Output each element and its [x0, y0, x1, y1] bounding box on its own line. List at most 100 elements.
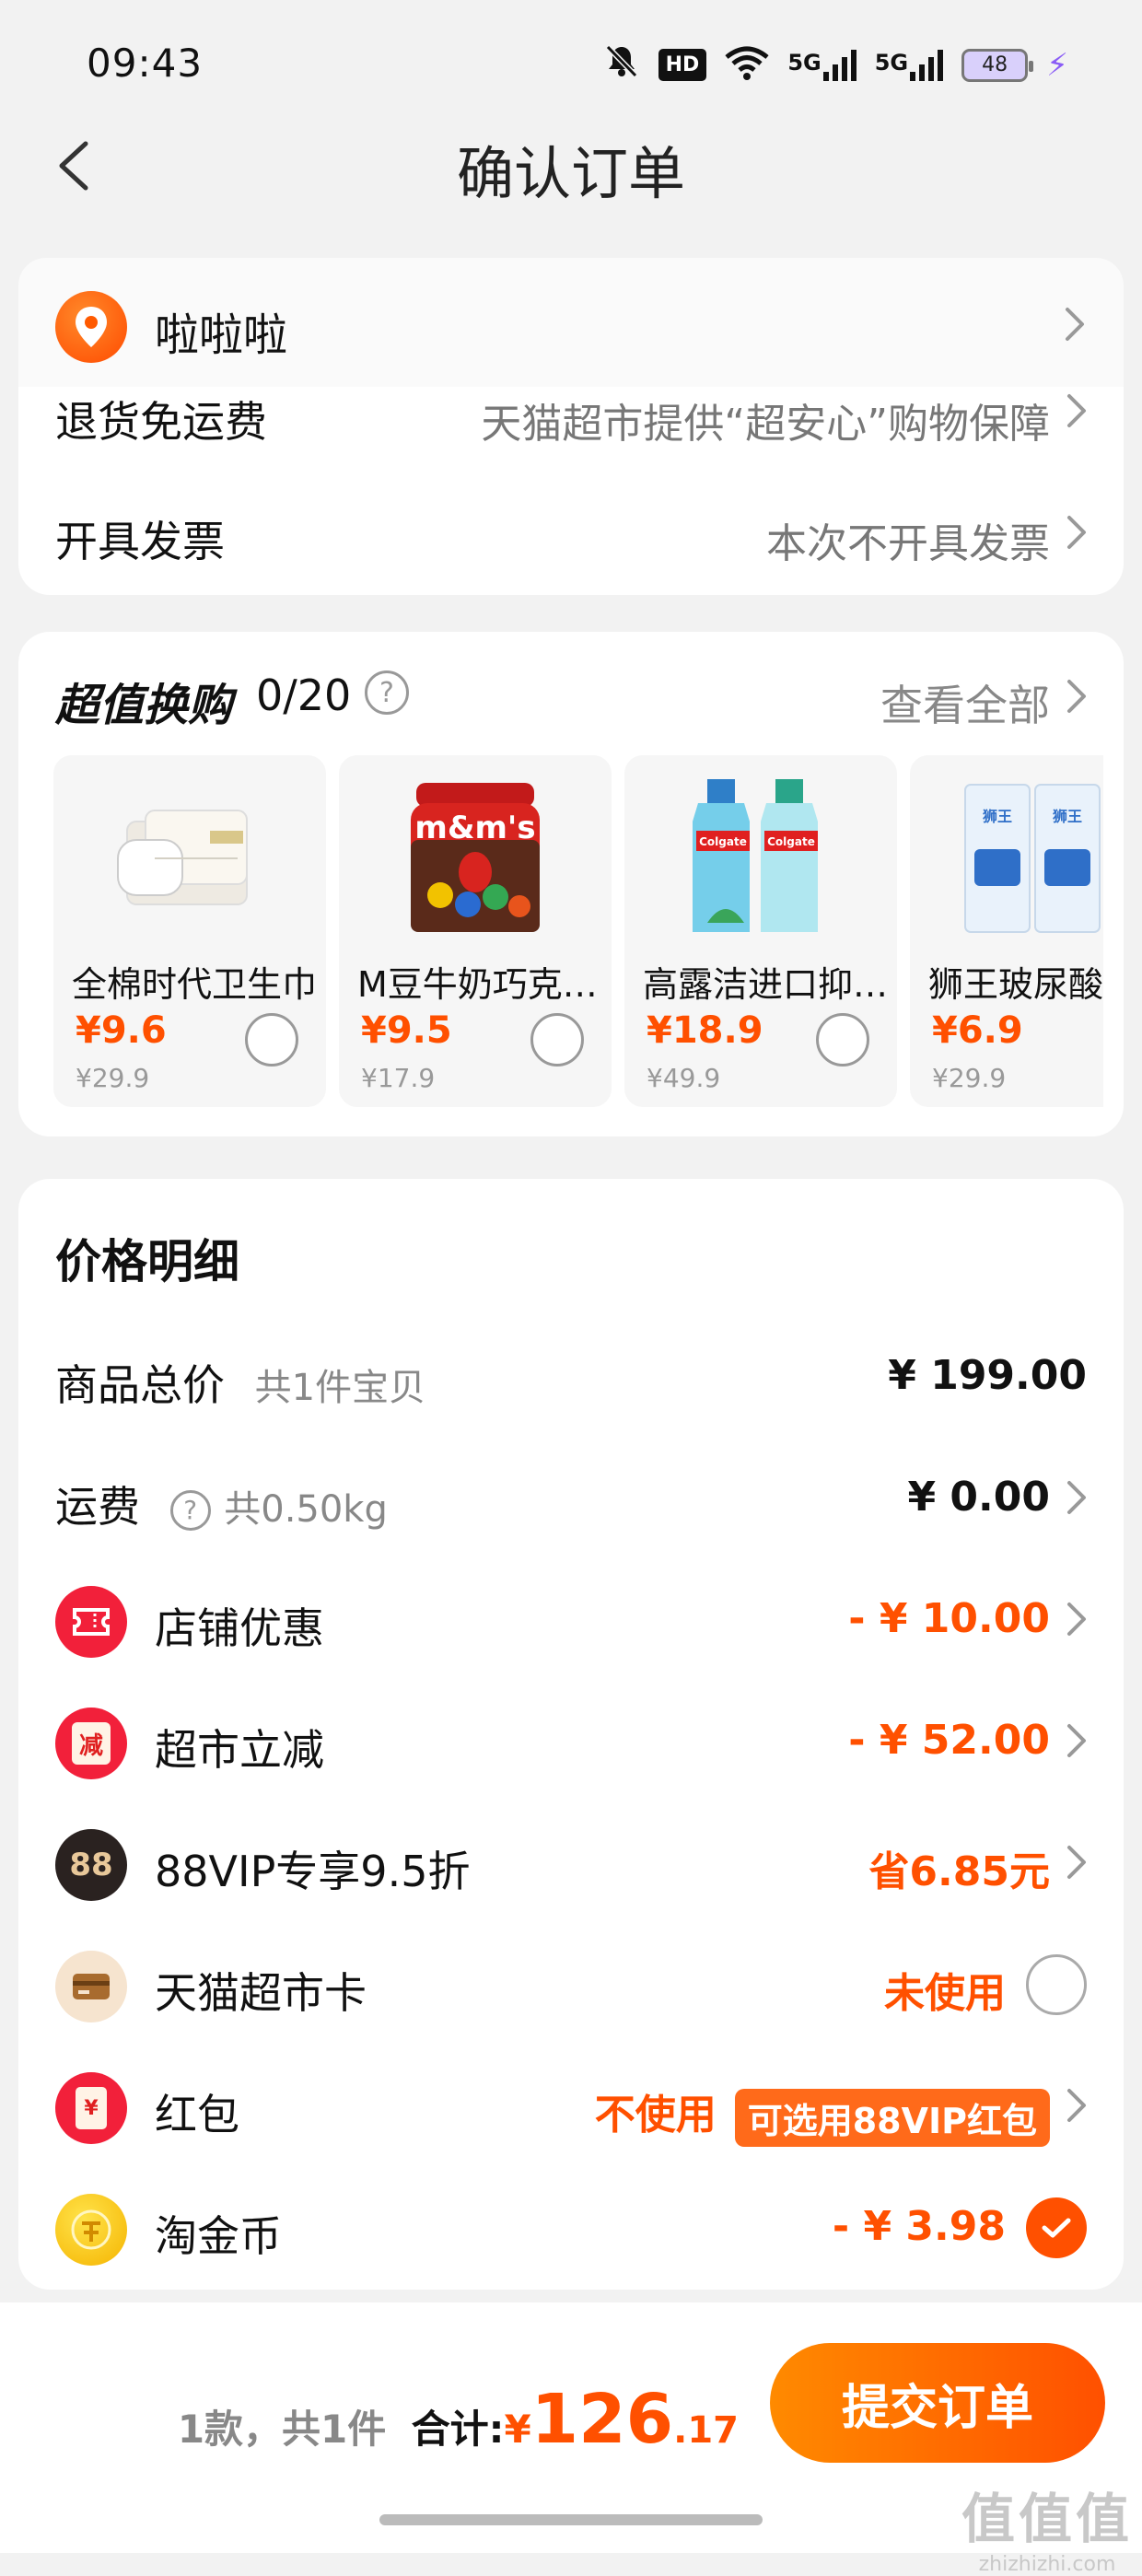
- help-icon[interactable]: ?: [365, 670, 409, 715]
- vip-red-packet-tag[interactable]: 可选用88VIP红包: [734, 2088, 1050, 2147]
- red-packet-value: 不使用 可选用88VIP红包: [595, 2081, 1050, 2147]
- status-icons: HD 5G 5G 48 ⚡: [603, 42, 1068, 87]
- exchange-product-list: 全棉时代卫生巾 ¥9.6 ¥29.9 m&m's M豆牛奶巧克力豆 ¥9.5 ¥…: [53, 755, 1103, 1107]
- mute-bell-icon: [603, 42, 640, 87]
- market-card-label: 天猫超市卡: [155, 1968, 367, 2018]
- home-indicator[interactable]: [379, 2514, 763, 2525]
- product-select-radio[interactable]: [245, 1013, 298, 1067]
- product-name: 全棉时代卫生巾: [72, 964, 318, 1005]
- check-icon: [1042, 2218, 1071, 2238]
- address-selector[interactable]: 啦啦啦: [18, 258, 1124, 396]
- watermark: 值值值 zhizhizhi.com: [961, 2476, 1133, 2576]
- signal-5g-icon-2: 5G: [875, 49, 944, 81]
- shipping-text: 运费: [55, 1482, 140, 1532]
- submit-order-button[interactable]: 提交订单: [770, 2343, 1105, 2463]
- return-value: 天猫超市提供“超安心”购物保障: [481, 401, 1050, 448]
- red-packet-row[interactable]: ¥ 红包 不使用 可选用88VIP红包: [18, 2061, 1124, 2153]
- invoice-label: 开具发票: [55, 517, 225, 566]
- product-name: 高露洁进口抑菌漱口水: [643, 964, 891, 1005]
- invoice-value: 本次不开具发票: [766, 520, 1050, 567]
- help-icon[interactable]: ?: [169, 1489, 211, 1531]
- red-packet-status: 不使用: [594, 2092, 717, 2139]
- view-all-link[interactable]: 查看全部: [880, 672, 1050, 733]
- vip-discount-label: 88VIP专享9.5折: [155, 1847, 471, 1896]
- coin-value: - ¥ 3.98: [832, 2203, 1006, 2250]
- item-count: 1款，共1件: [177, 2407, 387, 2452]
- chevron-right-icon: [1067, 516, 1086, 549]
- product-original-price: ¥29.9: [76, 1063, 150, 1093]
- market-card-row[interactable]: 天猫超市卡 未使用: [18, 1940, 1124, 2032]
- product-price: ¥9.6: [76, 1009, 167, 1052]
- colgate-text-1: Colgate: [699, 835, 747, 848]
- watermark-logo: 值值值: [961, 2488, 1133, 2550]
- product-card[interactable]: 全棉时代卫生巾 ¥9.6 ¥29.9: [53, 755, 326, 1107]
- product-original-price: ¥17.9: [361, 1063, 436, 1093]
- charging-icon: ⚡: [1046, 46, 1068, 84]
- return-row[interactable]: 退货免运费 天猫超市提供“超安心”购物保障: [18, 387, 1124, 479]
- product-select-radio[interactable]: [530, 1013, 584, 1067]
- chevron-right-icon: [1067, 394, 1086, 427]
- total-decimal: .17: [673, 2409, 739, 2452]
- coin-label: 淘金币: [155, 2211, 282, 2261]
- gold-coin-icon: [55, 2194, 127, 2266]
- product-card[interactable]: Colgate Colgate 高露洁进口抑菌漱口水 ¥18.9 ¥49.9: [624, 755, 897, 1107]
- coupon-icon: [55, 1586, 127, 1658]
- vip-discount-row[interactable]: 88 88VIP专享9.5折 省6.85元: [18, 1818, 1124, 1910]
- invoice-row[interactable]: 开具发票 本次不开具发票: [18, 488, 1124, 580]
- vip-88-icon: 88: [55, 1829, 127, 1901]
- signal-5g-icon-1: 5G: [787, 49, 856, 81]
- reduction-icon-text: 减: [72, 1722, 111, 1765]
- product-name: 狮王玻尿酸: [928, 964, 1103, 1005]
- chevron-right-icon: [1067, 1481, 1086, 1514]
- product-image-toothpaste: 狮王 狮王: [964, 784, 1101, 933]
- product-name: M豆牛奶巧克力豆: [357, 964, 606, 1005]
- market-reduction-value: - ¥ 52.00: [848, 1717, 1050, 1764]
- product-price: ¥6.9: [932, 1009, 1023, 1052]
- shipping-row[interactable]: 运费 ? 共0.50kg ¥ 0.00: [18, 1453, 1124, 1545]
- goods-total-label: 商品总价 共1件宝贝: [55, 1352, 425, 1413]
- coin-row[interactable]: 淘金币 - ¥ 3.98: [18, 2183, 1124, 2275]
- lion-text-2: 狮王: [1052, 808, 1082, 825]
- total-label: 合计:: [411, 2407, 505, 2452]
- battery-icon: 48: [961, 48, 1034, 82]
- chevron-right-icon: [1066, 308, 1084, 341]
- chevron-right-icon: [1067, 1603, 1086, 1636]
- market-card-radio[interactable]: [1026, 1954, 1087, 2015]
- market-reduction-label: 超市立减: [155, 1725, 324, 1775]
- mm-brand-text: m&m's: [414, 810, 535, 846]
- exchange-count: 0/20: [256, 670, 352, 720]
- watermark-url: zhizhizhi.com: [978, 2553, 1116, 2576]
- wifi-icon: [725, 46, 769, 85]
- red-packet-icon: ¥: [55, 2072, 127, 2144]
- exchange-title: 超值换购: [55, 680, 233, 731]
- product-price: ¥9.5: [361, 1009, 452, 1052]
- status-bar: 09:43 HD 5G 5G 48 ⚡: [0, 0, 1142, 129]
- bottom-bar: 1款，共1件 合计:¥126.17 提交订单 值值值 zhizhizhi.com: [0, 2302, 1142, 2576]
- product-price: ¥18.9: [647, 1009, 763, 1052]
- order-summary: 1款，共1件 合计:¥126.17: [178, 2380, 739, 2459]
- chevron-right-icon: [1067, 680, 1086, 713]
- market-reduction-row[interactable]: 减 超市立减 - ¥ 52.00: [18, 1696, 1124, 1789]
- product-original-price: ¥29.9: [932, 1063, 1007, 1093]
- vip-icon-text: 88: [69, 1847, 113, 1883]
- chevron-right-icon: [1067, 1846, 1086, 1879]
- reduction-icon: 减: [55, 1708, 127, 1779]
- product-card[interactable]: m&m's M豆牛奶巧克力豆 ¥9.5 ¥17.9: [339, 755, 612, 1107]
- page-title: 确认订单: [456, 140, 685, 207]
- hd-icon: HD: [658, 49, 707, 81]
- product-select-radio[interactable]: [816, 1013, 869, 1067]
- lion-text-1: 狮王: [982, 808, 1012, 825]
- total-integer: 126: [530, 2380, 674, 2459]
- product-card[interactable]: 狮王 狮王 狮王玻尿酸 ¥6.9 ¥29.9: [910, 755, 1103, 1107]
- colgate-text-2: Colgate: [767, 835, 815, 848]
- status-time: 09:43: [87, 41, 204, 86]
- shop-discount-value: - ¥ 10.00: [848, 1595, 1050, 1642]
- coin-checkbox[interactable]: [1026, 2197, 1087, 2258]
- product-original-price: ¥49.9: [647, 1063, 721, 1093]
- chevron-right-icon: [1067, 1724, 1086, 1757]
- market-card-value: 未使用: [884, 1970, 1006, 2017]
- product-image-mm: m&m's: [411, 783, 540, 932]
- shop-discount-row[interactable]: 店铺优惠 - ¥ 10.00: [18, 1575, 1124, 1667]
- battery-level: 48: [982, 53, 1008, 76]
- service-card: 退货免运费 天猫超市提供“超安心”购物保障 开具发票 本次不开具发票: [18, 387, 1124, 595]
